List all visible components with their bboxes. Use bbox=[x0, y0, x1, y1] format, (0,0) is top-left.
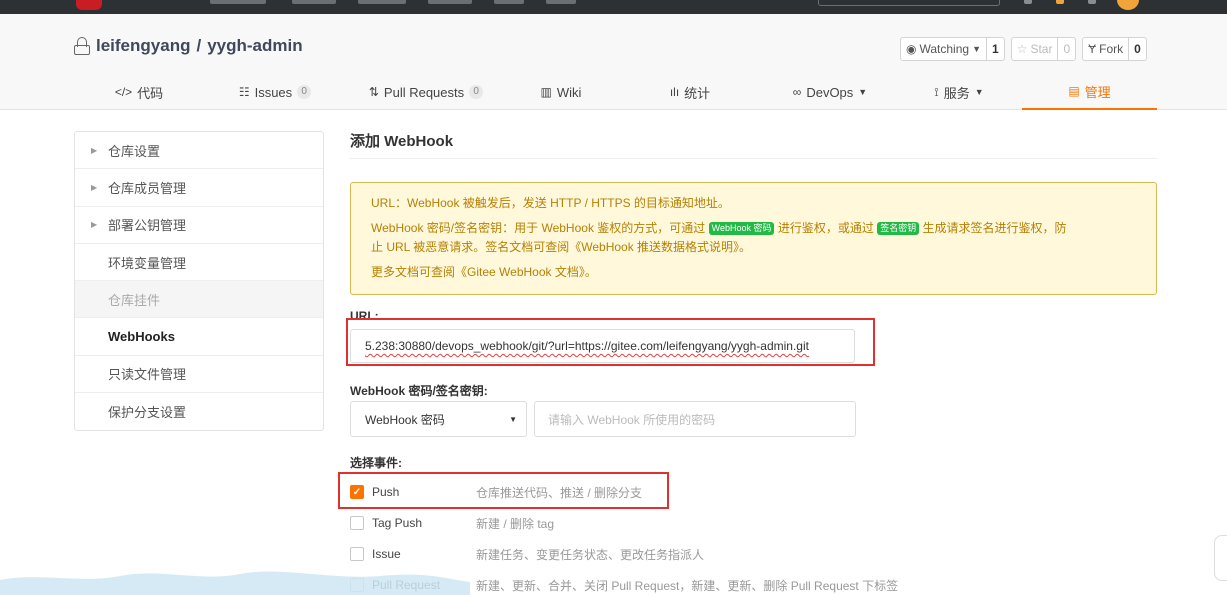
secret-password-input[interactable]: 请输入 WebHook 所使用的密码 bbox=[534, 401, 856, 437]
repo-actions: ◉ Watching ▼ 1 ☆ Star 0 Ɏ Fork 0 bbox=[900, 37, 1147, 61]
notification-icon[interactable] bbox=[1024, 0, 1032, 4]
issues-icon: ☷ bbox=[238, 85, 250, 99]
nav-link[interactable] bbox=[428, 0, 472, 4]
events-label: 选择事件: bbox=[350, 456, 402, 470]
nav-link[interactable] bbox=[292, 0, 336, 4]
webhook-form: 添加 WebHook URL：WebHook 被触发后，发送 HTTP / HT… bbox=[338, 131, 1157, 593]
tab-manage[interactable]: ▤ 管理 bbox=[1022, 74, 1157, 110]
pull-request-icon: ⇅ bbox=[368, 85, 379, 99]
star-icon: ☆ bbox=[1016, 42, 1028, 56]
settings-sidebar: ▶ 仓库设置 ▶ 仓库成员管理 ▶ 部署公钥管理 环境变量管理 仓库挂件 Web… bbox=[74, 131, 324, 432]
repo-owner-link[interactable]: leifengyang bbox=[96, 36, 190, 56]
secret-type-select[interactable]: WebHook 密码 ▼ bbox=[350, 401, 527, 437]
sidebar-item-repo-settings[interactable]: ▶ 仓库设置 bbox=[75, 132, 323, 170]
nav-link[interactable] bbox=[358, 0, 406, 4]
info-notice: URL：WebHook 被触发后，发送 HTTP / HTTPS 的目标通知地址… bbox=[350, 182, 1157, 295]
event-tag-push[interactable]: Tag Push 新建 / 删除 tag bbox=[350, 513, 554, 533]
star-count[interactable]: 0 bbox=[1057, 38, 1075, 60]
issue-checkbox[interactable] bbox=[350, 547, 364, 561]
caret-right-icon: ▶ bbox=[91, 220, 98, 230]
notice-more-docs-text: 更多文档可查阅《Gitee WebHook 文档》。 bbox=[371, 265, 597, 279]
repo-title: leifengyang / yygh-admin bbox=[74, 36, 303, 56]
secret-label: WebHook 密码/签名密钥: bbox=[350, 384, 488, 398]
top-navbar bbox=[0, 0, 1227, 14]
pr-count-badge: 0 bbox=[469, 85, 484, 99]
wiki-icon: ▥ bbox=[540, 85, 552, 99]
bar-chart-icon: ılı bbox=[669, 85, 680, 99]
user-avatar[interactable] bbox=[1117, 0, 1139, 10]
repo-tabs: </> 代码 ☷ Issues 0 ⇅ Pull Requests 0 ▥ Wi… bbox=[74, 74, 1157, 110]
star-button[interactable]: ☆ Star 0 bbox=[1010, 37, 1077, 61]
fork-icon: Ɏ bbox=[1088, 42, 1097, 56]
tab-pull-requests[interactable]: ⇅ Pull Requests 0 bbox=[346, 74, 506, 110]
notice-url-text: URL：WebHook 被触发后，发送 HTTP / HTTPS 的目标通知地址… bbox=[371, 196, 730, 210]
nav-link[interactable] bbox=[210, 0, 266, 4]
manage-icon: ▤ bbox=[1068, 84, 1080, 98]
fork-count[interactable]: 0 bbox=[1128, 38, 1146, 60]
tab-code[interactable]: </> 代码 bbox=[74, 74, 204, 110]
eye-icon: ◉ bbox=[906, 42, 917, 56]
nav-link[interactable] bbox=[494, 0, 524, 4]
signature-key-tag: 签名密钥 bbox=[877, 222, 920, 235]
chevron-down-icon: ▼ bbox=[858, 87, 868, 97]
fork-button[interactable]: Ɏ Fork 0 bbox=[1082, 37, 1147, 61]
sidebar-item-readonly-files[interactable]: 只读文件管理 bbox=[75, 356, 323, 394]
tab-stats[interactable]: ılı 统计 bbox=[616, 74, 764, 110]
issues-count-badge: 0 bbox=[297, 85, 312, 99]
watercolor-decoration bbox=[0, 571, 470, 595]
sidebar-item-members[interactable]: ▶ 仓库成员管理 bbox=[75, 169, 323, 207]
tab-services[interactable]: ⟟ 服务 ▼ bbox=[896, 74, 1022, 110]
notice-secret-text: WebHook 密码/签名密钥：用于 WebHook 鉴权的方式，可通过 Web… bbox=[371, 221, 1067, 254]
webhook-password-tag: WebHook 密码 bbox=[708, 222, 775, 235]
sidebar-item-webhooks[interactable]: WebHooks bbox=[75, 318, 323, 356]
watch-count[interactable]: 1 bbox=[985, 38, 1004, 60]
create-icon[interactable] bbox=[1056, 0, 1064, 4]
gitee-webhook-doc-link[interactable]: 《Gitee WebHook 文档》 bbox=[455, 265, 585, 279]
infinity-icon: ∞ bbox=[792, 85, 802, 99]
chevron-down-icon: ▼ bbox=[974, 87, 984, 97]
sidebar-item-protected-branches[interactable]: 保护分支设置 bbox=[75, 393, 323, 430]
lock-icon bbox=[74, 37, 90, 55]
chevron-down-icon: ▼ bbox=[972, 44, 981, 54]
sidebar-item-deploy-keys[interactable]: ▶ 部署公钥管理 bbox=[75, 207, 323, 244]
event-issue[interactable]: Issue 新建任务、变更任务状态、更改任务指派人 bbox=[350, 544, 704, 564]
tag-push-checkbox[interactable] bbox=[350, 516, 364, 530]
push-highlight-box bbox=[338, 472, 669, 509]
caret-right-icon: ▶ bbox=[91, 182, 98, 192]
tab-issues[interactable]: ☷ Issues 0 bbox=[204, 74, 346, 110]
repo-name-link[interactable]: yygh-admin bbox=[207, 36, 302, 56]
message-icon[interactable] bbox=[1088, 0, 1096, 4]
repo-header: leifengyang / yygh-admin ◉ Watching ▼ 1 ☆ S… bbox=[0, 14, 1227, 110]
chevron-down-icon: ▼ bbox=[509, 414, 517, 424]
watch-button[interactable]: ◉ Watching ▼ 1 bbox=[900, 37, 1005, 61]
nav-link[interactable] bbox=[546, 0, 576, 4]
global-search-input[interactable] bbox=[818, 0, 1000, 6]
sidebar-item-widgets[interactable]: 仓库挂件 bbox=[75, 281, 323, 319]
gitee-logo[interactable] bbox=[76, 0, 102, 10]
page-title: 添加 WebHook bbox=[350, 131, 1157, 159]
pulse-icon: ⟟ bbox=[934, 84, 939, 99]
code-icon: </> bbox=[114, 85, 133, 99]
sidebar-item-env-vars[interactable]: 环境变量管理 bbox=[75, 244, 323, 282]
side-float-handle[interactable] bbox=[1214, 535, 1227, 581]
tab-wiki[interactable]: ▥ Wiki bbox=[506, 74, 616, 110]
repo-separator: / bbox=[196, 36, 202, 55]
tab-devops[interactable]: ∞ DevOps ▼ bbox=[764, 74, 896, 110]
caret-right-icon: ▶ bbox=[91, 145, 98, 155]
push-format-doc-link[interactable]: 《WebHook 推送数据格式说明》 bbox=[569, 240, 739, 254]
url-highlight-box bbox=[346, 318, 875, 366]
